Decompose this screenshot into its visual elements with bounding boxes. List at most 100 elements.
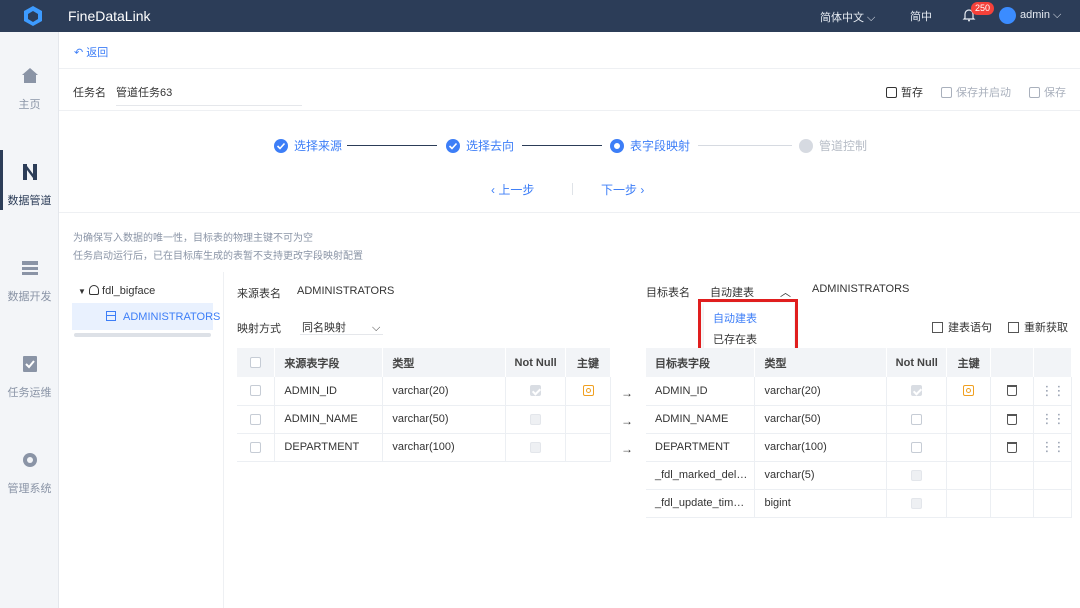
- arrow-right-icon: →: [621, 386, 633, 400]
- primary-key-cell: [565, 433, 611, 462]
- language-selector[interactable]: 简体中文 ⌵: [820, 9, 875, 25]
- primary-key-cell[interactable]: [946, 405, 992, 434]
- task-name-input[interactable]: 管道任务63: [116, 84, 302, 106]
- primary-key-cell: [946, 461, 992, 490]
- row-checkbox[interactable]: [237, 405, 276, 434]
- not-null-checkbox: [886, 489, 948, 518]
- sidebar-item-home[interactable]: 主页: [0, 66, 59, 112]
- sidebar-item-dev[interactable]: 数据开发: [0, 258, 59, 304]
- type-cell: varchar(50): [382, 405, 507, 434]
- ddl-icon: [932, 322, 943, 333]
- delete-icon[interactable]: [990, 377, 1034, 406]
- select-underline: [300, 334, 383, 335]
- avatar[interactable]: [999, 7, 1016, 24]
- logo-icon: [24, 6, 42, 26]
- divider: [59, 68, 1080, 69]
- step-field-mapping: 表字段映射: [610, 137, 690, 154]
- target-field-cell: _fdl_marked_del…: [646, 461, 756, 490]
- app-title: FineDataLink: [68, 8, 151, 24]
- primary-key-icon: [565, 377, 611, 406]
- type-cell[interactable]: varchar(100): [754, 433, 888, 462]
- chevron-up-icon: ︿: [780, 287, 791, 299]
- ddl-button[interactable]: 建表语句: [932, 319, 992, 335]
- step-connector: [698, 145, 792, 146]
- mapping-mode-label: 映射方式: [237, 323, 281, 335]
- type-cell[interactable]: varchar(50): [754, 405, 888, 434]
- target-field-cell[interactable]: DEPARTMENT: [646, 433, 756, 462]
- arrow-right-icon: →: [621, 414, 633, 428]
- refresh-button[interactable]: 重新获取: [1008, 319, 1068, 335]
- current-step-icon: [610, 139, 624, 153]
- delete-icon[interactable]: [990, 433, 1034, 462]
- top-bar: FineDataLink 简体中文 ⌵ 简中 250 admin ⌵: [0, 0, 1080, 32]
- step-connector: [522, 145, 602, 146]
- type-cell: varchar(100): [382, 433, 507, 462]
- sidebar-item-pipeline[interactable]: 数据管道: [0, 162, 59, 208]
- refresh-icon: [1008, 322, 1019, 333]
- table-row: ADMIN_NAME varchar(50): [237, 405, 611, 434]
- drag-handle-icon[interactable]: ⋮⋮: [1033, 433, 1072, 462]
- prev-step-button[interactable]: ‹ 上一步: [491, 181, 534, 198]
- table-row: _fdl_marked_del… varchar(5): [646, 461, 1072, 490]
- target-mode-select[interactable]: 自动建表 ︿: [710, 284, 791, 300]
- table-row: DEPARTMENT varchar(100): [237, 433, 611, 462]
- language-short-toggle[interactable]: 简中: [910, 8, 932, 24]
- check-circle-icon: [446, 139, 460, 153]
- table-row: DEPARTMENT varchar(100) ⋮⋮: [646, 433, 1072, 462]
- column-header: 类型: [382, 348, 507, 377]
- target-table-label: 目标表名: [646, 287, 690, 299]
- divider: [59, 212, 1080, 213]
- highlight-box: [698, 299, 798, 352]
- back-link[interactable]: ↶ 返回: [74, 44, 108, 60]
- primary-key-icon[interactable]: [946, 377, 992, 406]
- save-and-start-button[interactable]: 保存并启动: [941, 84, 1011, 100]
- drag-handle-icon[interactable]: ⋮⋮: [1033, 405, 1072, 434]
- target-field-cell[interactable]: ADMIN_NAME: [646, 405, 756, 434]
- source-field-table: 来源表字段 类型 Not Null 主键 ADMIN_ID varchar(20…: [237, 348, 611, 462]
- select-all-checkbox[interactable]: [237, 348, 276, 377]
- divider: [59, 110, 1080, 111]
- source-table-label: 来源表名: [237, 288, 281, 300]
- database-icon: [88, 285, 99, 295]
- not-null-checkbox[interactable]: [886, 433, 948, 462]
- divider: [223, 272, 224, 608]
- home-icon: [21, 68, 38, 83]
- source-table-name: ADMINISTRATORS: [297, 285, 395, 297]
- not-null-checkbox[interactable]: [886, 405, 948, 434]
- user-menu[interactable]: admin ⌵: [1020, 9, 1061, 22]
- row-checkbox[interactable]: [237, 377, 276, 406]
- sidebar-item-admin[interactable]: 管理系统: [0, 450, 59, 496]
- primary-key-cell: [946, 489, 992, 518]
- action-cell: [1033, 461, 1072, 490]
- tree-scrollbar[interactable]: [74, 333, 211, 337]
- table-icon: [106, 311, 116, 321]
- not-null-checkbox: [505, 405, 567, 434]
- drag-handle-icon[interactable]: ⋮⋮: [1033, 377, 1072, 406]
- column-header: 主键: [946, 348, 992, 377]
- primary-key-cell[interactable]: [946, 433, 992, 462]
- row-checkbox[interactable]: [237, 433, 276, 462]
- notice-line: 任务启动运行后，已在目标库生成的表暂不支持更改字段映射配置: [73, 251, 363, 262]
- tree-table-node[interactable]: ADMINISTRATORS: [106, 311, 220, 323]
- source-field-cell: DEPARTMENT: [274, 433, 384, 462]
- target-field-cell[interactable]: ADMIN_ID: [646, 377, 756, 406]
- type-cell[interactable]: varchar(20): [754, 377, 888, 406]
- save-button[interactable]: 保存: [1029, 84, 1066, 100]
- not-null-checkbox: [505, 377, 567, 406]
- step-select-target: 选择去向: [446, 137, 514, 154]
- temp-save-button[interactable]: 暂存: [886, 84, 923, 100]
- tree-database-node[interactable]: ▼ fdl_bigface: [78, 285, 155, 297]
- sidebar-item-ops[interactable]: 任务运维: [0, 354, 59, 400]
- source-field-cell: ADMIN_ID: [274, 377, 384, 406]
- next-step-button[interactable]: 下一步 ›: [601, 181, 644, 198]
- type-cell: varchar(5): [754, 461, 888, 490]
- dev-icon: [21, 261, 38, 275]
- delete-icon[interactable]: [990, 405, 1034, 434]
- table-header-row: 目标表字段 类型 Not Null 主键: [646, 348, 1072, 377]
- target-table-name[interactable]: ADMINISTRATORS: [812, 283, 909, 295]
- pipeline-icon: [22, 164, 37, 180]
- mapping-mode-select[interactable]: 同名映射 ⌵: [302, 319, 380, 335]
- sidebar: 主页 数据管道 数据开发 任务运维 管理系统: [0, 32, 59, 608]
- caret-down-icon: ▼: [78, 287, 86, 296]
- column-header: 主键: [565, 348, 611, 377]
